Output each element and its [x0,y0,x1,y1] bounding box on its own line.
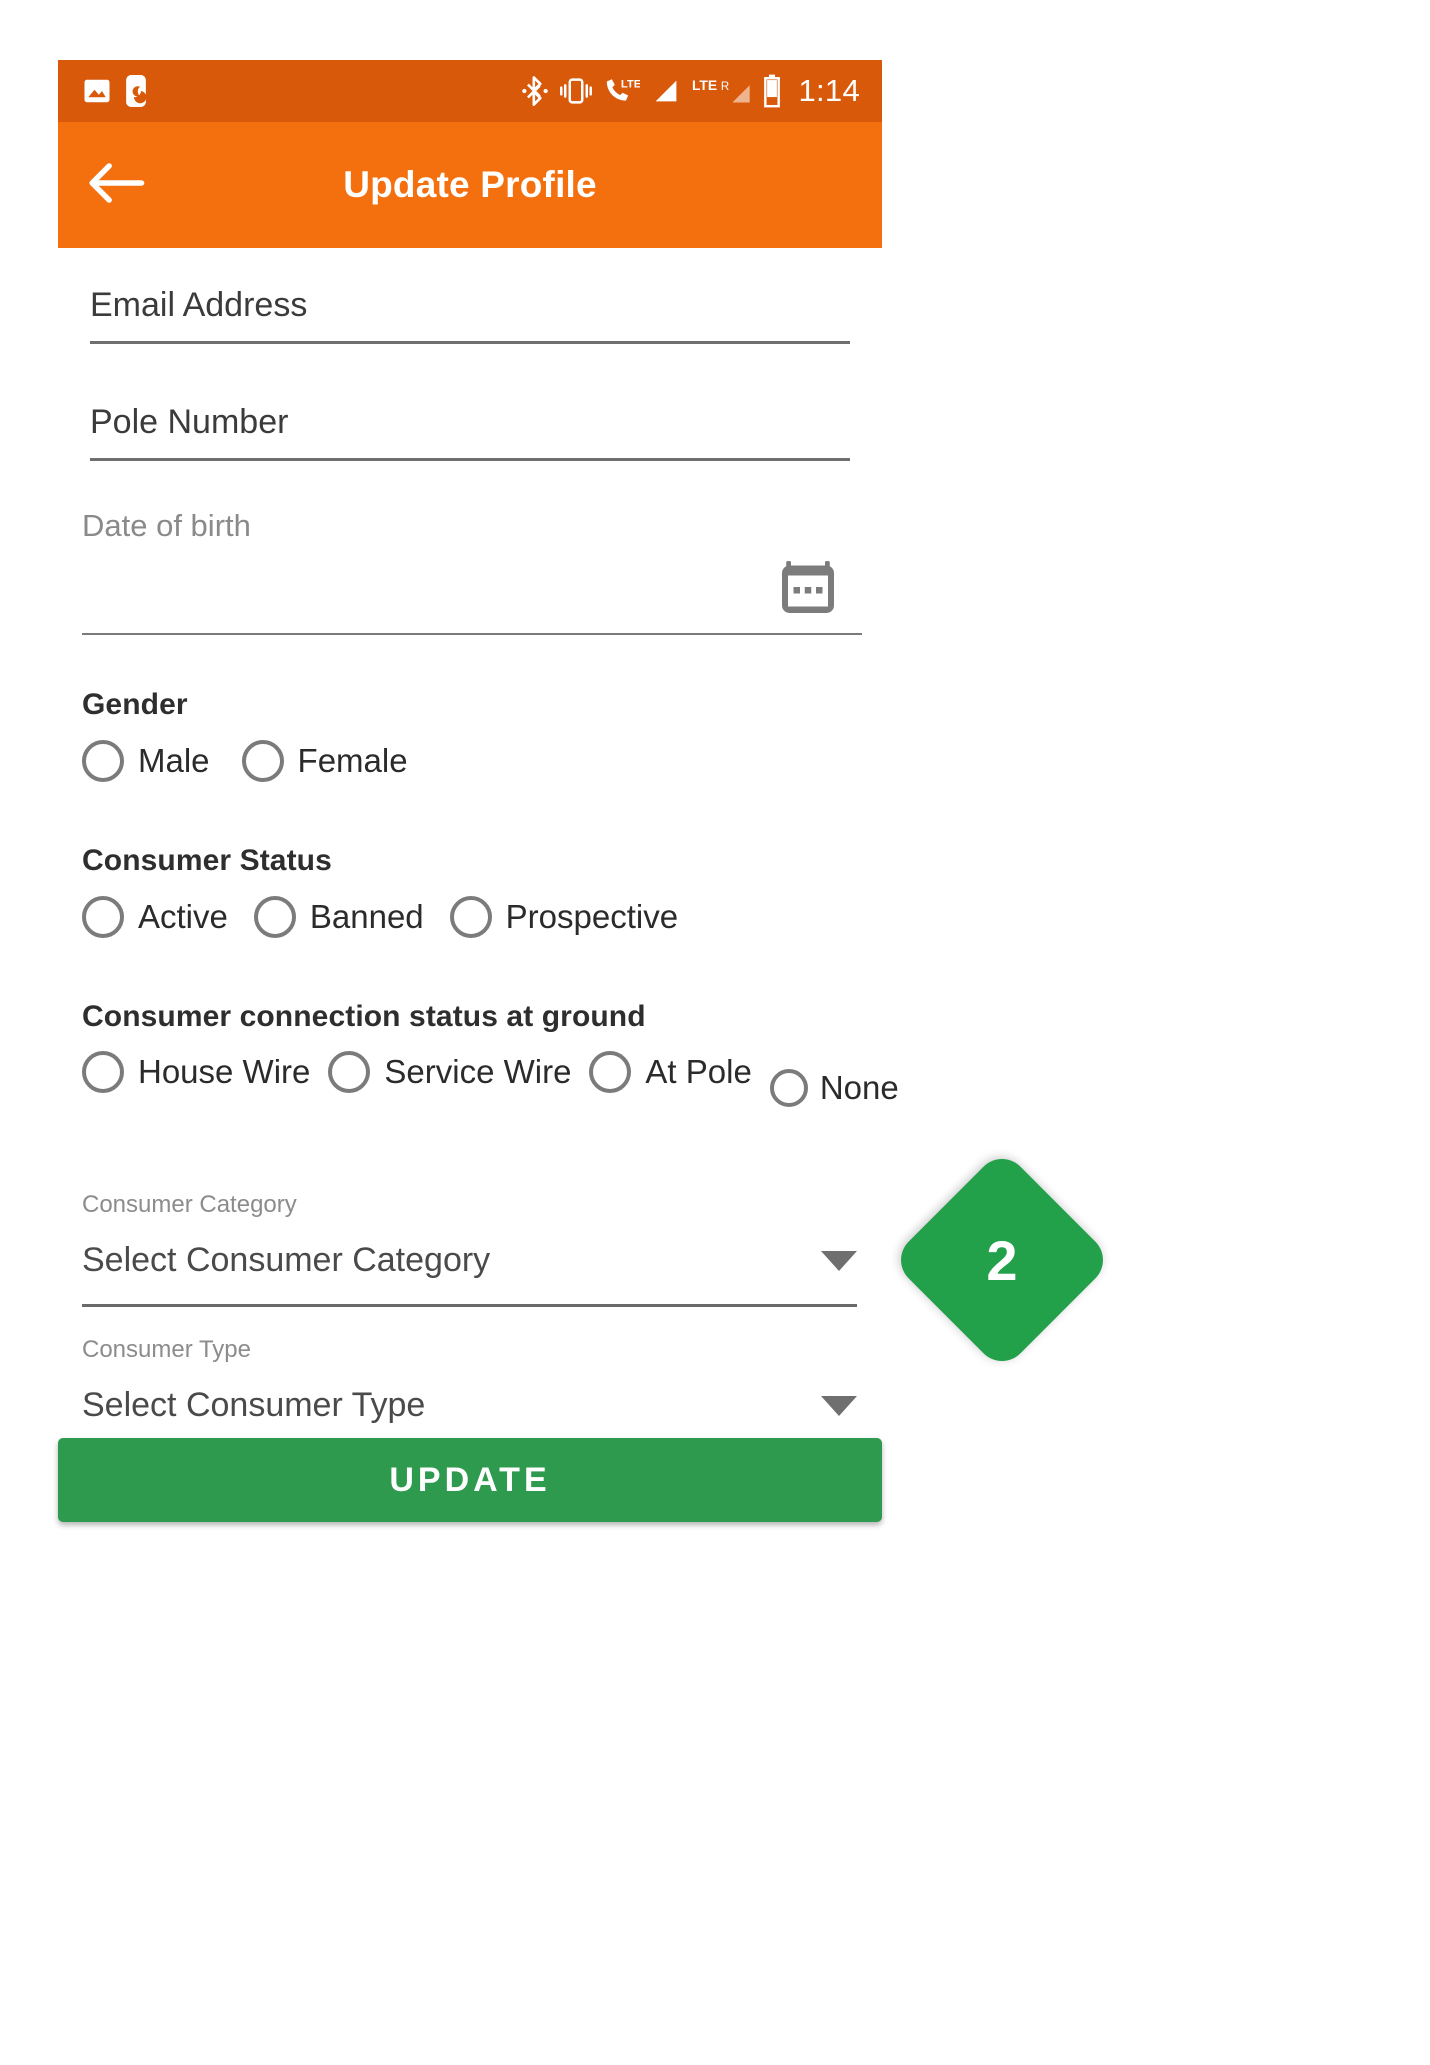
date-of-birth-label: Date of birth [82,508,251,543]
radio-option-at-pole[interactable]: At Pole [589,1051,752,1093]
radio-circle-icon [241,740,284,782]
radio-label: None [819,1068,899,1106]
app-bar: Update Profile [58,122,882,248]
radio-option-house-wire[interactable]: House Wire [82,1051,310,1093]
pole-number-field[interactable]: Pole Number [90,405,850,461]
signal-bars-icon [651,75,681,107]
radio-option-female[interactable]: Female [241,740,408,782]
radio-label: Banned [309,898,424,935]
radio-circle-icon [82,1051,124,1093]
chevron-down-icon [821,1395,857,1416]
radio-label: Active [138,898,228,935]
radio-label: Female [297,742,408,779]
consumer-category-label: Consumer Category [82,1191,297,1218]
radio-label: Service Wire [384,1053,572,1090]
radio-circle-icon [328,1051,371,1093]
radio-label: Male [138,742,210,779]
calendar-icon[interactable] [778,558,838,623]
consumer-type-row: Select Consumer Type [82,1386,857,1425]
date-of-birth-underline [82,633,862,635]
status-bar-right-icons: LTE LTE R 1:14 [522,73,860,109]
pole-number-field-underline [90,458,850,461]
consumer-category-underline [82,1304,857,1307]
radio-label: House Wire [138,1053,311,1090]
consumer-type-label: Consumer Type [82,1336,251,1363]
bluetooth-icon [522,75,549,107]
consumer-type-value: Select Consumer Type [82,1386,426,1424]
radio-circle-icon [449,896,492,938]
svg-text:R: R [721,81,729,93]
email-field-placeholder: Email Address [90,286,308,324]
date-of-birth-field[interactable]: Date of birth [82,510,862,635]
pole-number-field-placeholder: Pole Number [90,403,289,441]
consumer-category-value: Select Consumer Category [82,1241,491,1279]
svg-text:LTE: LTE [692,77,717,93]
radio-circle-icon [589,1051,632,1093]
do-not-disturb-moon-icon [126,75,147,107]
date-of-birth-row [82,541,862,623]
phone-screen: LTE LTE R 1:14 Update Profile Email Addr… [58,60,1114,1522]
chevron-down-icon [821,1250,857,1271]
radio-option-male[interactable]: Male [82,740,210,782]
connection-status-radio-group: House Wire Service Wire At Pole None [82,1051,899,1107]
form-content: Email Address Pole Number Date of birth [58,248,899,1522]
email-field[interactable]: Email Address [90,288,850,344]
radio-option-banned[interactable]: Banned [253,896,424,938]
status-bar: LTE LTE R 1:14 [58,60,882,122]
svg-text:LTE: LTE [621,79,640,91]
radio-circle-icon [82,740,124,782]
connection-status-group-title: Consumer connection status at ground [82,1000,646,1033]
gender-radio-group: Male Female [82,740,408,782]
consumer-status-group-title: Consumer Status [82,844,332,877]
battery-icon [763,74,781,108]
status-bar-clock: 1:14 [798,73,860,108]
radio-label: At Pole [645,1053,752,1090]
radio-label: Prospective [505,898,679,935]
volte-call-icon: LTE [604,75,642,107]
lte-roaming-signal-icon: LTE R [692,75,752,107]
gender-group-title: Gender [82,688,188,721]
radio-circle-icon [82,896,124,938]
consumer-type-dropdown[interactable]: Consumer Type Select Consumer Type [82,1338,857,1452]
consumer-status-radio-group: Active Banned Prospective [82,896,678,938]
radio-circle-icon [769,1069,808,1107]
update-button[interactable]: UPDATE [58,1438,882,1522]
page-title: Update Profile [343,164,597,205]
step-badge-number: 2 [986,1228,1018,1292]
photo-icon [82,76,112,106]
email-field-underline [90,341,850,344]
vibrate-icon [559,75,593,107]
status-bar-left-icons [82,75,147,107]
radio-option-none[interactable]: None [769,1068,899,1107]
consumer-category-row: Select Consumer Category [82,1241,857,1280]
radio-option-prospective[interactable]: Prospective [449,896,679,938]
radio-option-active[interactable]: Active [82,896,228,938]
consumer-category-dropdown[interactable]: Consumer Category Select Consumer Catego… [82,1193,857,1307]
radio-option-service-wire[interactable]: Service Wire [328,1051,571,1093]
radio-circle-icon [253,896,296,938]
